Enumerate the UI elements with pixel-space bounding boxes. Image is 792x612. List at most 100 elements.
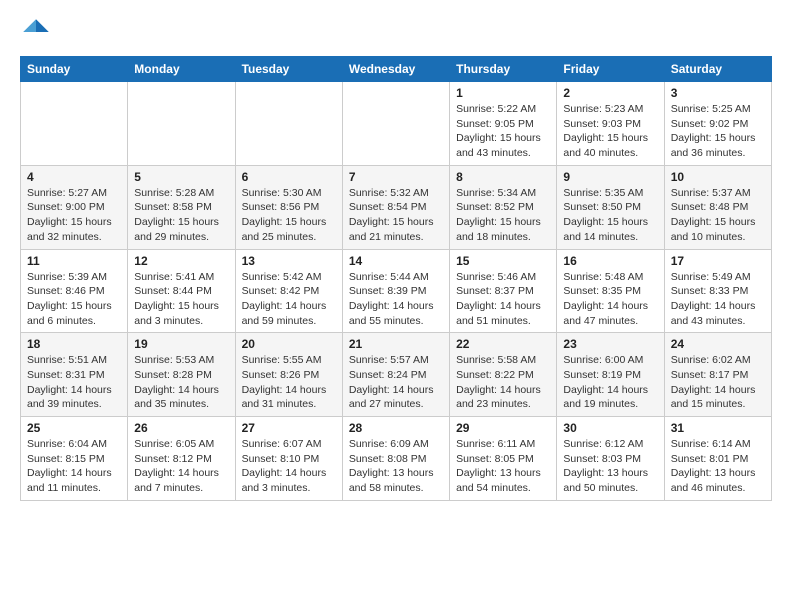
day-info: Sunrise: 5:51 AM Sunset: 8:31 PM Dayligh… [27, 353, 121, 412]
day-info: Sunrise: 5:34 AM Sunset: 8:52 PM Dayligh… [456, 186, 550, 245]
logo-icon [20, 16, 52, 48]
calendar-cell: 30 Sunrise: 6:12 AM Sunset: 8:03 PM Dayli… [557, 417, 664, 501]
calendar-cell: 12 Sunrise: 5:41 AM Sunset: 8:44 PM Dayli… [128, 249, 235, 333]
day-info: Sunrise: 5:57 AM Sunset: 8:24 PM Dayligh… [349, 353, 443, 412]
calendar-cell: 22 Sunrise: 5:58 AM Sunset: 8:22 PM Dayli… [450, 333, 557, 417]
day-number: 23 [563, 337, 657, 351]
logo [20, 16, 56, 48]
day-info: Sunrise: 6:14 AM Sunset: 8:01 PM Dayligh… [671, 437, 765, 496]
day-number: 25 [27, 421, 121, 435]
day-info: Sunrise: 6:07 AM Sunset: 8:10 PM Dayligh… [242, 437, 336, 496]
day-info: Sunrise: 5:49 AM Sunset: 8:33 PM Dayligh… [671, 270, 765, 329]
day-number: 29 [456, 421, 550, 435]
calendar-cell: 6Sunrise: 5:30 AM Sunset: 8:56 PM Daylig… [235, 165, 342, 249]
day-number: 14 [349, 254, 443, 268]
calendar-week-5: 25 Sunrise: 6:04 AM Sunset: 8:15 PM Dayli… [21, 417, 772, 501]
calendar-cell: 26 Sunrise: 6:05 AM Sunset: 8:12 PM Dayli… [128, 417, 235, 501]
calendar-cell [21, 82, 128, 166]
calendar-header-row: SundayMondayTuesdayWednesdayThursdayFrid… [21, 57, 772, 82]
day-number: 21 [349, 337, 443, 351]
day-number: 31 [671, 421, 765, 435]
day-info: Sunrise: 5:46 AM Sunset: 8:37 PM Dayligh… [456, 270, 550, 329]
day-info: Sunrise: 5:44 AM Sunset: 8:39 PM Dayligh… [349, 270, 443, 329]
day-info: Sunrise: 5:55 AM Sunset: 8:26 PM Dayligh… [242, 353, 336, 412]
calendar-cell: 4Sunrise: 5:27 AM Sunset: 9:00 PM Daylig… [21, 165, 128, 249]
day-number: 19 [134, 337, 228, 351]
calendar-week-3: 11 Sunrise: 5:39 AM Sunset: 8:46 PM Dayli… [21, 249, 772, 333]
day-number: 9 [563, 170, 657, 184]
day-info: Sunrise: 6:09 AM Sunset: 8:08 PM Dayligh… [349, 437, 443, 496]
day-info: Sunrise: 5:42 AM Sunset: 8:42 PM Dayligh… [242, 270, 336, 329]
day-info: Sunrise: 5:28 AM Sunset: 8:58 PM Dayligh… [134, 186, 228, 245]
calendar-header-wednesday: Wednesday [342, 57, 449, 82]
day-number: 13 [242, 254, 336, 268]
calendar-header-tuesday: Tuesday [235, 57, 342, 82]
day-info: Sunrise: 5:25 AM Sunset: 9:02 PM Dayligh… [671, 102, 765, 161]
day-number: 26 [134, 421, 228, 435]
day-info: Sunrise: 6:12 AM Sunset: 8:03 PM Dayligh… [563, 437, 657, 496]
calendar-cell: 2 Sunrise: 5:23 AM Sunset: 9:03 PM Daylig… [557, 82, 664, 166]
calendar-header-friday: Friday [557, 57, 664, 82]
page-header [20, 16, 772, 48]
day-number: 17 [671, 254, 765, 268]
calendar-cell: 17 Sunrise: 5:49 AM Sunset: 8:33 PM Dayli… [664, 249, 771, 333]
day-info: Sunrise: 5:39 AM Sunset: 8:46 PM Dayligh… [27, 270, 121, 329]
day-number: 27 [242, 421, 336, 435]
day-number: 22 [456, 337, 550, 351]
calendar-cell: 25 Sunrise: 6:04 AM Sunset: 8:15 PM Dayli… [21, 417, 128, 501]
calendar-cell: 1 Sunrise: 5:22 AM Sunset: 9:05 PM Daylig… [450, 82, 557, 166]
calendar-week-1: 1 Sunrise: 5:22 AM Sunset: 9:05 PM Daylig… [21, 82, 772, 166]
calendar-week-4: 18 Sunrise: 5:51 AM Sunset: 8:31 PM Dayli… [21, 333, 772, 417]
calendar-cell: 23 Sunrise: 6:00 AM Sunset: 8:19 PM Dayli… [557, 333, 664, 417]
calendar-cell: 29 Sunrise: 6:11 AM Sunset: 8:05 PM Dayli… [450, 417, 557, 501]
calendar-cell: 14 Sunrise: 5:44 AM Sunset: 8:39 PM Dayli… [342, 249, 449, 333]
day-number: 28 [349, 421, 443, 435]
day-info: Sunrise: 6:02 AM Sunset: 8:17 PM Dayligh… [671, 353, 765, 412]
day-number: 3 [671, 86, 765, 100]
calendar-cell: 7Sunrise: 5:32 AM Sunset: 8:54 PM Daylig… [342, 165, 449, 249]
day-number: 20 [242, 337, 336, 351]
calendar-cell: 13 Sunrise: 5:42 AM Sunset: 8:42 PM Dayli… [235, 249, 342, 333]
calendar-week-2: 4Sunrise: 5:27 AM Sunset: 9:00 PM Daylig… [21, 165, 772, 249]
calendar-cell [342, 82, 449, 166]
calendar-cell: 19 Sunrise: 5:53 AM Sunset: 8:28 PM Dayli… [128, 333, 235, 417]
day-number: 15 [456, 254, 550, 268]
calendar-cell: 24Sunrise: 6:02 AM Sunset: 8:17 PM Dayli… [664, 333, 771, 417]
calendar-cell: 16 Sunrise: 5:48 AM Sunset: 8:35 PM Dayli… [557, 249, 664, 333]
day-info: Sunrise: 5:48 AM Sunset: 8:35 PM Dayligh… [563, 270, 657, 329]
calendar-header-monday: Monday [128, 57, 235, 82]
day-info: Sunrise: 5:35 AM Sunset: 8:50 PM Dayligh… [563, 186, 657, 245]
calendar-header-sunday: Sunday [21, 57, 128, 82]
calendar-cell: 8Sunrise: 5:34 AM Sunset: 8:52 PM Daylig… [450, 165, 557, 249]
calendar-cell: 21 Sunrise: 5:57 AM Sunset: 8:24 PM Dayli… [342, 333, 449, 417]
day-info: Sunrise: 5:23 AM Sunset: 9:03 PM Dayligh… [563, 102, 657, 161]
day-info: Sunrise: 5:41 AM Sunset: 8:44 PM Dayligh… [134, 270, 228, 329]
calendar-cell [235, 82, 342, 166]
day-info: Sunrise: 5:32 AM Sunset: 8:54 PM Dayligh… [349, 186, 443, 245]
calendar-header-saturday: Saturday [664, 57, 771, 82]
calendar-cell: 3 Sunrise: 5:25 AM Sunset: 9:02 PM Daylig… [664, 82, 771, 166]
day-number: 2 [563, 86, 657, 100]
day-number: 12 [134, 254, 228, 268]
day-number: 16 [563, 254, 657, 268]
day-info: Sunrise: 5:53 AM Sunset: 8:28 PM Dayligh… [134, 353, 228, 412]
calendar-cell: 28 Sunrise: 6:09 AM Sunset: 8:08 PM Dayli… [342, 417, 449, 501]
day-info: Sunrise: 6:11 AM Sunset: 8:05 PM Dayligh… [456, 437, 550, 496]
calendar-cell [128, 82, 235, 166]
day-number: 18 [27, 337, 121, 351]
day-info: Sunrise: 6:00 AM Sunset: 8:19 PM Dayligh… [563, 353, 657, 412]
day-info: Sunrise: 6:05 AM Sunset: 8:12 PM Dayligh… [134, 437, 228, 496]
day-number: 5 [134, 170, 228, 184]
day-number: 1 [456, 86, 550, 100]
day-info: Sunrise: 6:04 AM Sunset: 8:15 PM Dayligh… [27, 437, 121, 496]
calendar-table: SundayMondayTuesdayWednesdayThursdayFrid… [20, 56, 772, 501]
calendar-cell: 31 Sunrise: 6:14 AM Sunset: 8:01 PM Dayli… [664, 417, 771, 501]
day-info: Sunrise: 5:37 AM Sunset: 8:48 PM Dayligh… [671, 186, 765, 245]
day-number: 4 [27, 170, 121, 184]
day-number: 11 [27, 254, 121, 268]
calendar-cell: 15 Sunrise: 5:46 AM Sunset: 8:37 PM Dayli… [450, 249, 557, 333]
day-info: Sunrise: 5:58 AM Sunset: 8:22 PM Dayligh… [456, 353, 550, 412]
day-number: 30 [563, 421, 657, 435]
day-info: Sunrise: 5:22 AM Sunset: 9:05 PM Dayligh… [456, 102, 550, 161]
calendar-cell: 20 Sunrise: 5:55 AM Sunset: 8:26 PM Dayli… [235, 333, 342, 417]
